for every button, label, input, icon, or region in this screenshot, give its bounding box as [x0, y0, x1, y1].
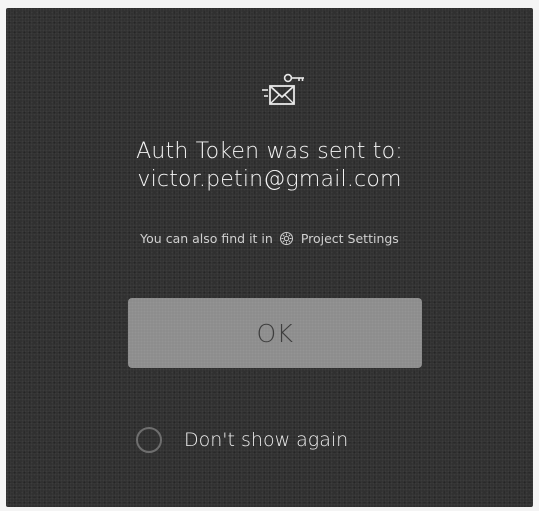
- hint-prefix: You can also find it in: [140, 231, 273, 246]
- mail-key-icon: [262, 73, 304, 105]
- ok-button[interactable]: OK: [128, 298, 422, 368]
- gear-icon: [279, 231, 293, 246]
- dont-show-again-label: Don't show again: [184, 429, 349, 451]
- auth-token-dialog: Auth Token was sent to: victor.petin@gma…: [6, 8, 533, 507]
- recipient-email: victor.petin@gmail.com: [137, 167, 402, 192]
- settings-hint: You can also find it in Project Settings: [6, 230, 533, 248]
- dont-show-again-checkbox[interactable]: Don't show again: [132, 422, 348, 458]
- project-settings-link[interactable]: Project Settings: [301, 231, 399, 246]
- checkbox-circle-icon[interactable]: [136, 427, 162, 453]
- dialog-title-line1: Auth Token was sent to:: [136, 139, 403, 164]
- ok-button-label: OK: [256, 318, 294, 348]
- screen-frame: Auth Token was sent to: victor.petin@gma…: [0, 0, 539, 511]
